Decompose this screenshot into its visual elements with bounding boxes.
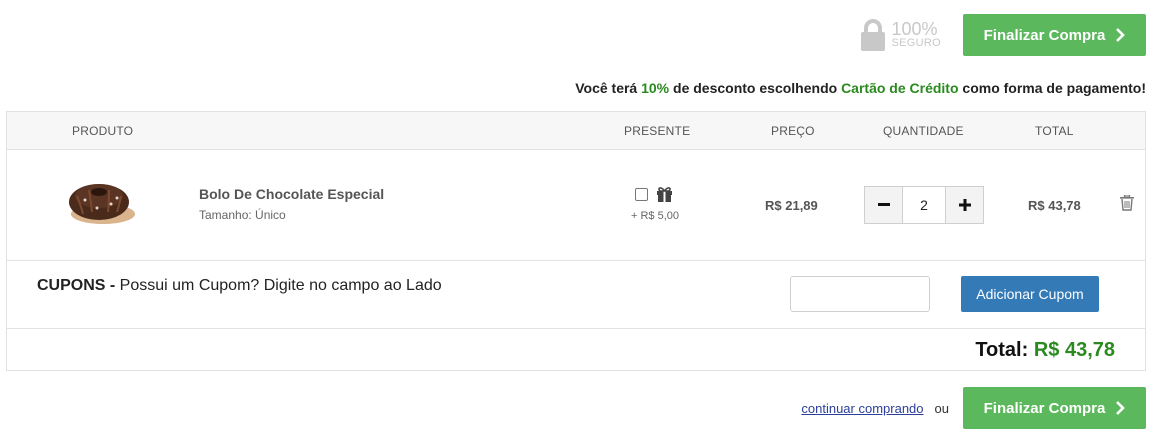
product-name[interactable]: Bolo De Chocolate Especial: [199, 186, 384, 202]
secure-badge: 100% SEGURO: [860, 19, 941, 51]
gift-price: + R$ 5,00: [631, 210, 680, 222]
chevron-right-icon: [1116, 28, 1126, 42]
continue-shopping-link[interactable]: continuar comprando: [801, 401, 923, 416]
grand-total: Total: R$ 43,78: [975, 339, 1115, 362]
product-size: Tamanho: Único: [199, 208, 286, 222]
col-total: TOTAL: [1035, 124, 1074, 138]
add-coupon-button[interactable]: Adicionar Cupom: [961, 276, 1099, 312]
coupon-input[interactable]: [790, 276, 930, 312]
gift-checkbox[interactable]: [635, 187, 648, 201]
coupon-title: CUPONS -: [37, 277, 120, 294]
quantity-increase-button[interactable]: [946, 187, 983, 223]
checkout-button-bottom[interactable]: Finalizar Compra: [963, 387, 1146, 429]
or-label: ou: [934, 400, 949, 416]
plus-icon: [958, 199, 971, 211]
coupon-label: CUPONS - Possui um Cupom? Digite no camp…: [37, 277, 442, 295]
promo-discount: 10%: [641, 80, 670, 96]
promo-text-1: Você terá: [575, 80, 642, 96]
checkout-button-top[interactable]: Finalizar Compra: [963, 14, 1146, 56]
col-quantidade: QUANTIDADE: [883, 124, 964, 138]
gift-icon: [657, 187, 672, 202]
promo-text-3: como forma de pagamento!: [958, 80, 1146, 96]
trash-icon[interactable]: [1120, 195, 1134, 211]
col-preco: PREÇO: [771, 124, 815, 138]
item-total: R$ 43,78: [1028, 198, 1081, 213]
minus-icon: [877, 203, 890, 206]
quantity-input[interactable]: 2: [902, 187, 946, 223]
discount-promo: Você terá 10% de desconto escolhendo Car…: [575, 80, 1146, 96]
gift-option: [635, 186, 673, 202]
unit-price: R$ 21,89: [765, 198, 818, 213]
coupon-hint: Possui um Cupom? Digite no campo ao Lado: [119, 277, 442, 294]
coupon-section: CUPONS - Possui um Cupom? Digite no camp…: [7, 261, 1145, 329]
col-presente: PRESENTE: [624, 124, 691, 138]
grand-total-row: Total: R$ 43,78: [7, 329, 1145, 369]
grand-total-label: Total:: [975, 339, 1034, 361]
checkout-button-label: Finalizar Compra: [983, 26, 1106, 44]
lock-icon: [860, 19, 885, 51]
promo-payment-method: Cartão de Crédito: [841, 80, 959, 96]
secure-label: SEGURO: [891, 37, 941, 49]
quantity-stepper: 2: [864, 186, 984, 224]
product-image: [69, 184, 135, 224]
checkout-button-label: Finalizar Compra: [983, 399, 1106, 417]
top-bar: 100% SEGURO Finalizar Compra: [860, 14, 1146, 56]
col-produto: PRODUTO: [72, 124, 134, 138]
chevron-right-icon: [1116, 401, 1126, 415]
grand-total-value: R$ 43,78: [1033, 339, 1115, 361]
bottom-bar: continuar comprando ou Finalizar Compra: [801, 387, 1146, 429]
cart-table: PRODUTO PRESENTE PREÇO QUANTIDADE TOTAL …: [6, 111, 1146, 371]
cart-table-header: PRODUTO PRESENTE PREÇO QUANTIDADE TOTAL: [7, 112, 1145, 150]
promo-text-2: de desconto escolhendo: [669, 80, 842, 96]
quantity-decrease-button[interactable]: [865, 187, 902, 223]
table-row: Bolo De Chocolate Especial Tamanho: Únic…: [7, 150, 1145, 261]
secure-percent: 100%: [891, 19, 938, 39]
